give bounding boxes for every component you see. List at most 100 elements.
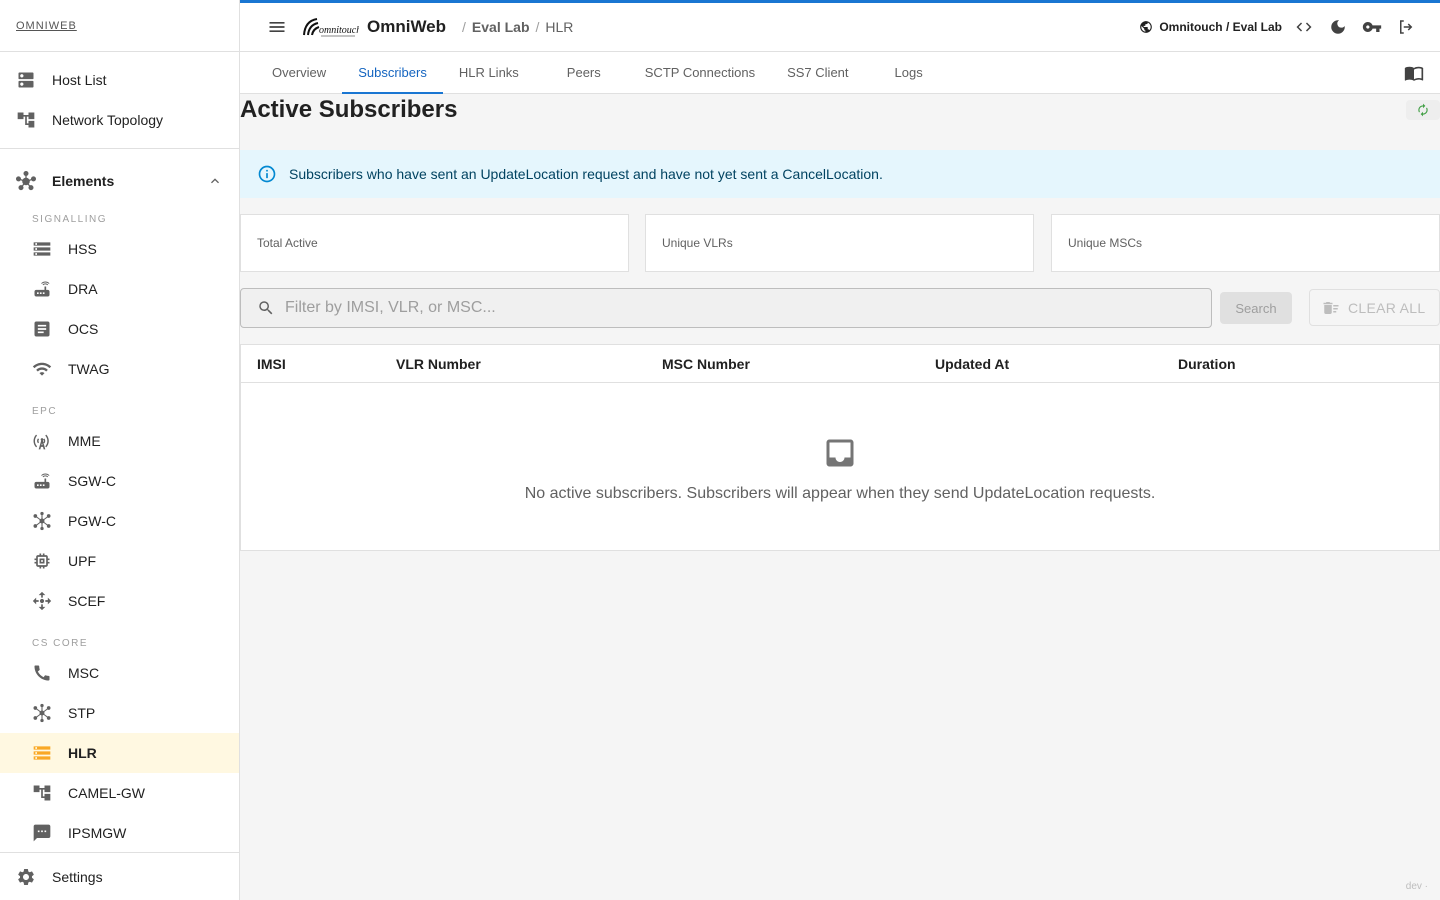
docs-icon[interactable] [1404,52,1424,93]
nav-label: STP [68,705,96,721]
brand-link[interactable]: OMNIWEB [16,20,77,32]
nav-label: MME [68,433,101,449]
nav-dra[interactable]: DRA [0,269,239,309]
info-icon [257,164,277,184]
phone-icon [32,663,52,683]
nav-label: DRA [68,281,98,297]
nav-hlr[interactable]: HLR [0,733,239,773]
tab-logs[interactable]: Logs [865,52,939,93]
column-updated-at[interactable]: Updated At [935,356,1009,372]
empty-state: No active subscribers. Subscribers will … [241,435,1439,503]
search-button[interactable]: Search [1220,292,1292,324]
stat-label: Unique MSCs [1068,236,1143,250]
nav-hss[interactable]: HSS [0,229,239,269]
settings-label: Settings [52,868,103,885]
key-icon[interactable] [1360,15,1384,39]
clear-all-button[interactable]: CLEAR ALL [1309,289,1440,326]
nav-ocs[interactable]: OCS [0,309,239,349]
nav-label: MSC [68,665,100,681]
nav-settings[interactable]: Settings [0,852,239,900]
nav-host-list[interactable]: Host List [0,60,239,100]
refresh-icon[interactable] [1406,100,1440,120]
section-label-signalling: SIGNALLING [32,214,108,225]
search-input[interactable] [285,299,1165,317]
nav-label: TWAG [68,361,110,377]
breadcrumb-separator: / [462,19,466,35]
nav-label: Host List [52,72,107,88]
tenant-selector[interactable]: Omnitouch / Eval Lab [1139,20,1282,34]
nav-msc[interactable]: MSC [0,653,239,693]
search-field[interactable] [240,288,1212,328]
hub-icon [16,171,36,191]
nav-twag[interactable]: TWAG [0,349,239,389]
nav-pgw-c[interactable]: PGW-C [0,501,239,541]
nav-label: UPF [68,553,96,569]
column-imsi[interactable]: IMSI [257,356,286,372]
nav-ipsmgw[interactable]: IPSMGW [0,813,239,853]
menu-icon[interactable] [261,11,293,43]
stat-card-unique-vlrs: Unique VLRs [645,214,1034,272]
stat-label: Total Active [257,236,318,250]
search-icon [257,299,275,317]
elements-group-toggle[interactable]: Elements [0,157,239,205]
column-duration[interactable]: Duration [1178,356,1236,372]
storage-icon [32,743,52,763]
breadcrumb-current: HLR [545,19,574,35]
tab-bar: Overview Subscribers HLR Links Peers SCT… [240,52,1440,94]
page-title: Active Subscribers [240,96,458,123]
hub-icon [32,511,52,531]
globe-icon [1139,20,1153,34]
elements-label: Elements [52,173,115,189]
nav-scef[interactable]: SCEF [0,581,239,621]
section-label-epc: EPC [32,406,58,417]
svg-text:omnitouch: omnitouch [319,25,359,36]
sms-icon [32,823,52,843]
app-name: OmniWeb [367,17,447,36]
logout-icon[interactable] [1394,15,1418,39]
info-alert: Subscribers who have sent an UpdateLocat… [240,150,1440,198]
column-msc-number[interactable]: MSC Number [662,356,750,372]
tab-ss7-client[interactable]: SS7 Client [771,52,864,93]
table-header: IMSI VLR Number MSC Number Updated At Du… [241,345,1439,383]
tab-sctp-connections[interactable]: SCTP Connections [629,52,771,93]
sidebar: OMNIWEB Host List Network Topology Eleme… [0,0,240,900]
dark-mode-icon[interactable] [1326,15,1350,39]
nav-label: SCEF [68,593,106,609]
nav-label: SGW-C [68,473,116,489]
nav-camel-gw[interactable]: CAMEL-GW [0,773,239,813]
nav-network-topology[interactable]: Network Topology [0,100,239,140]
clear-all-icon [1322,299,1340,317]
nav-label: HLR [68,745,97,761]
nav-mme[interactable]: MME [0,421,239,461]
hub-icon [32,703,52,723]
tab-hlr-links[interactable]: HLR Links [443,52,535,93]
breadcrumb-site[interactable]: Eval Lab [472,19,530,35]
inbox-icon [241,435,1439,471]
nav-upf[interactable]: UPF [0,541,239,581]
nav-label: Network Topology [52,112,164,128]
tab-overview[interactable]: Overview [256,52,342,93]
tenant-label: Omnitouch / Eval Lab [1159,20,1282,34]
subscribers-table: IMSI VLR Number MSC Number Updated At Du… [240,344,1440,551]
code-icon[interactable] [1292,15,1316,39]
top-bar: omnitouch OmniWeb / Eval Lab / HLR Omnit… [240,0,1440,52]
account-tree-icon [32,783,52,803]
stat-label: Unique VLRs [662,236,733,250]
gear-icon [16,867,36,887]
dns-icon [16,70,36,90]
nav-label: PGW-C [68,513,116,529]
column-vlr-number[interactable]: VLR Number [396,356,481,372]
router-icon [32,471,52,491]
brand[interactable]: OMNIWEB [0,0,239,52]
tab-peers[interactable]: Peers [535,52,629,93]
breadcrumb-separator: / [535,19,540,35]
nav-sgw-c[interactable]: SGW-C [0,461,239,501]
nav-stp[interactable]: STP [0,693,239,733]
memory-icon [32,551,52,571]
wifi-icon [32,359,52,379]
storage-icon [32,239,52,259]
clear-all-label: CLEAR ALL [1348,299,1426,316]
tab-subscribers[interactable]: Subscribers [342,52,443,94]
cell-tower-icon [32,431,52,451]
environment-tag: dev · [1405,881,1428,892]
